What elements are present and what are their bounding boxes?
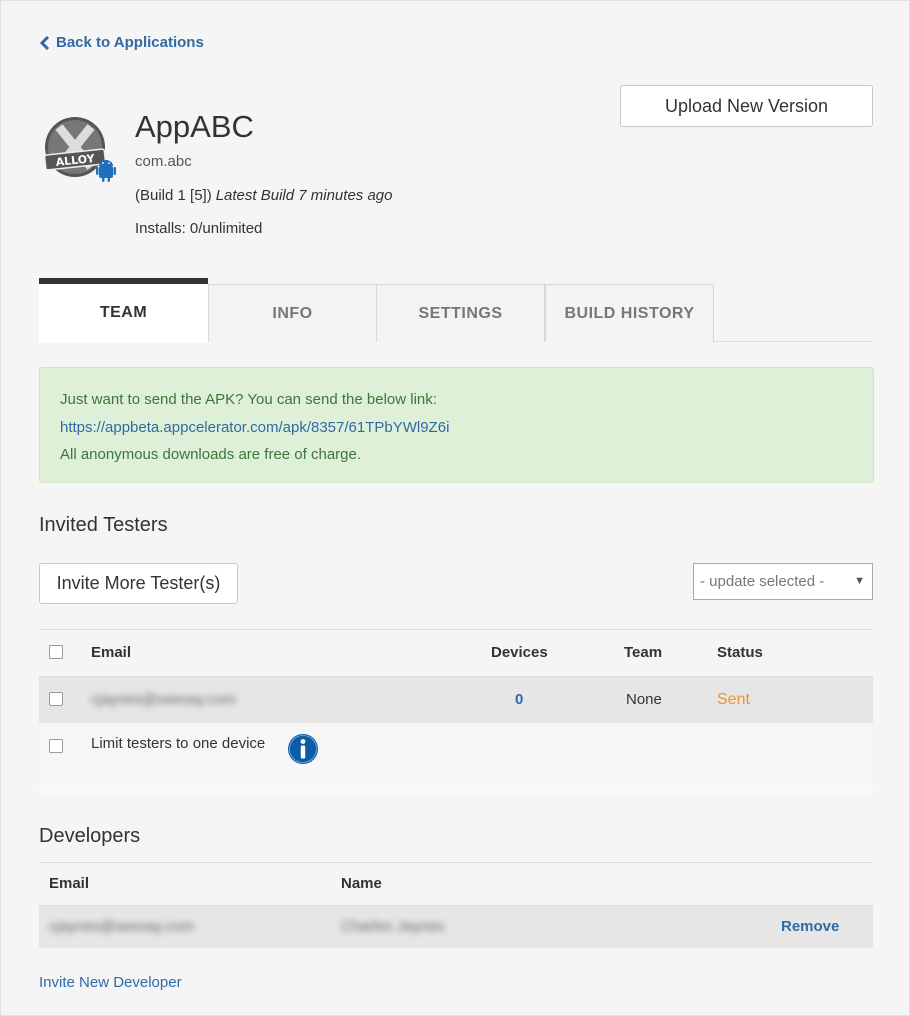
limit-testers-row: Limit testers to one device bbox=[39, 723, 873, 795]
upload-new-version-button[interactable]: Upload New Version bbox=[620, 85, 873, 127]
tab-info[interactable]: INFO bbox=[208, 284, 377, 342]
tester-email: cjaynes@seesay.com bbox=[91, 691, 237, 708]
limit-testers-label: Limit testers to one device bbox=[91, 735, 266, 752]
tab-bar: TEAM INFO SETTINGS BUILD HISTORY bbox=[39, 278, 873, 343]
latest-build: Latest Build 7 minutes ago bbox=[215, 187, 393, 204]
tester-devices[interactable]: 0 bbox=[515, 677, 523, 723]
installs-info: Installs: 0/unlimited bbox=[135, 220, 262, 237]
remove-developer-link[interactable]: Remove bbox=[781, 906, 839, 948]
table-row: cjaynes@seesay.com 0 None Sent bbox=[39, 676, 873, 723]
tester-status: Sent bbox=[717, 691, 750, 708]
build-info: (Build 1 [5]) Latest Build 7 minutes ago bbox=[135, 187, 392, 204]
developers-table-header: Email Name bbox=[39, 862, 873, 905]
invited-testers-heading: Invited Testers bbox=[39, 514, 168, 536]
table-row: cjaynes@seesay.com Charles Jaynes Remove bbox=[39, 905, 873, 948]
developers-table: Email Name cjaynes@seesay.com Charles Ja… bbox=[39, 862, 873, 948]
app-icon: ALLOY bbox=[41, 115, 119, 187]
tester-team: None bbox=[626, 691, 662, 708]
installs-label: Installs: bbox=[135, 220, 186, 237]
developer-email: cjaynes@seesay.com bbox=[49, 918, 195, 935]
apk-notice-note: All anonymous downloads are free of char… bbox=[60, 446, 362, 463]
testers-table-header: Email Devices Team Status bbox=[39, 629, 873, 676]
developer-name: Charles Jaynes bbox=[341, 918, 445, 935]
column-email: Email bbox=[49, 875, 90, 892]
installs-value: 0/unlimited bbox=[189, 220, 263, 237]
page: Back to Applications Upload New Version … bbox=[0, 0, 910, 1016]
update-selected-value: - update selected - bbox=[700, 573, 825, 590]
invite-more-testers-button[interactable]: Invite More Tester(s) bbox=[39, 563, 238, 604]
apk-notice: Just want to send the APK? You can send … bbox=[39, 367, 874, 483]
chevron-left-icon bbox=[40, 35, 50, 50]
app-name: AppABC bbox=[135, 109, 254, 144]
back-to-applications-link[interactable]: Back to Applications bbox=[40, 34, 204, 51]
column-name: Name bbox=[341, 875, 382, 892]
invite-new-developer-link[interactable]: Invite New Developer bbox=[39, 974, 182, 991]
testers-table: Email Devices Team Status cjaynes@seesay… bbox=[39, 629, 873, 723]
column-email: Email bbox=[91, 644, 132, 661]
column-team: Team bbox=[624, 644, 663, 661]
apk-notice-text: Just want to send the APK? You can send … bbox=[60, 391, 437, 408]
info-icon[interactable] bbox=[287, 733, 319, 765]
developers-heading: Developers bbox=[39, 825, 141, 847]
limit-testers-checkbox[interactable] bbox=[49, 739, 63, 753]
bundle-id: com.abc bbox=[135, 153, 192, 170]
tab-settings[interactable]: SETTINGS bbox=[376, 284, 545, 342]
column-devices: Devices bbox=[491, 644, 548, 661]
caret-down-icon: ▼ bbox=[854, 575, 865, 587]
column-status: Status bbox=[717, 644, 763, 661]
update-selected-dropdown[interactable]: - update selected - ▼ bbox=[693, 563, 873, 600]
back-label: Back to Applications bbox=[56, 34, 204, 51]
row-checkbox[interactable] bbox=[49, 692, 63, 706]
tab-build-history[interactable]: BUILD HISTORY bbox=[545, 284, 714, 342]
alloy-logo-icon: ALLOY bbox=[43, 117, 116, 182]
build-number: (Build 1 [5]) bbox=[135, 187, 212, 204]
apk-link[interactable]: https://appbeta.appcelerator.com/apk/835… bbox=[60, 419, 449, 436]
tab-team[interactable]: TEAM bbox=[39, 278, 208, 343]
select-all-checkbox[interactable] bbox=[49, 645, 63, 659]
